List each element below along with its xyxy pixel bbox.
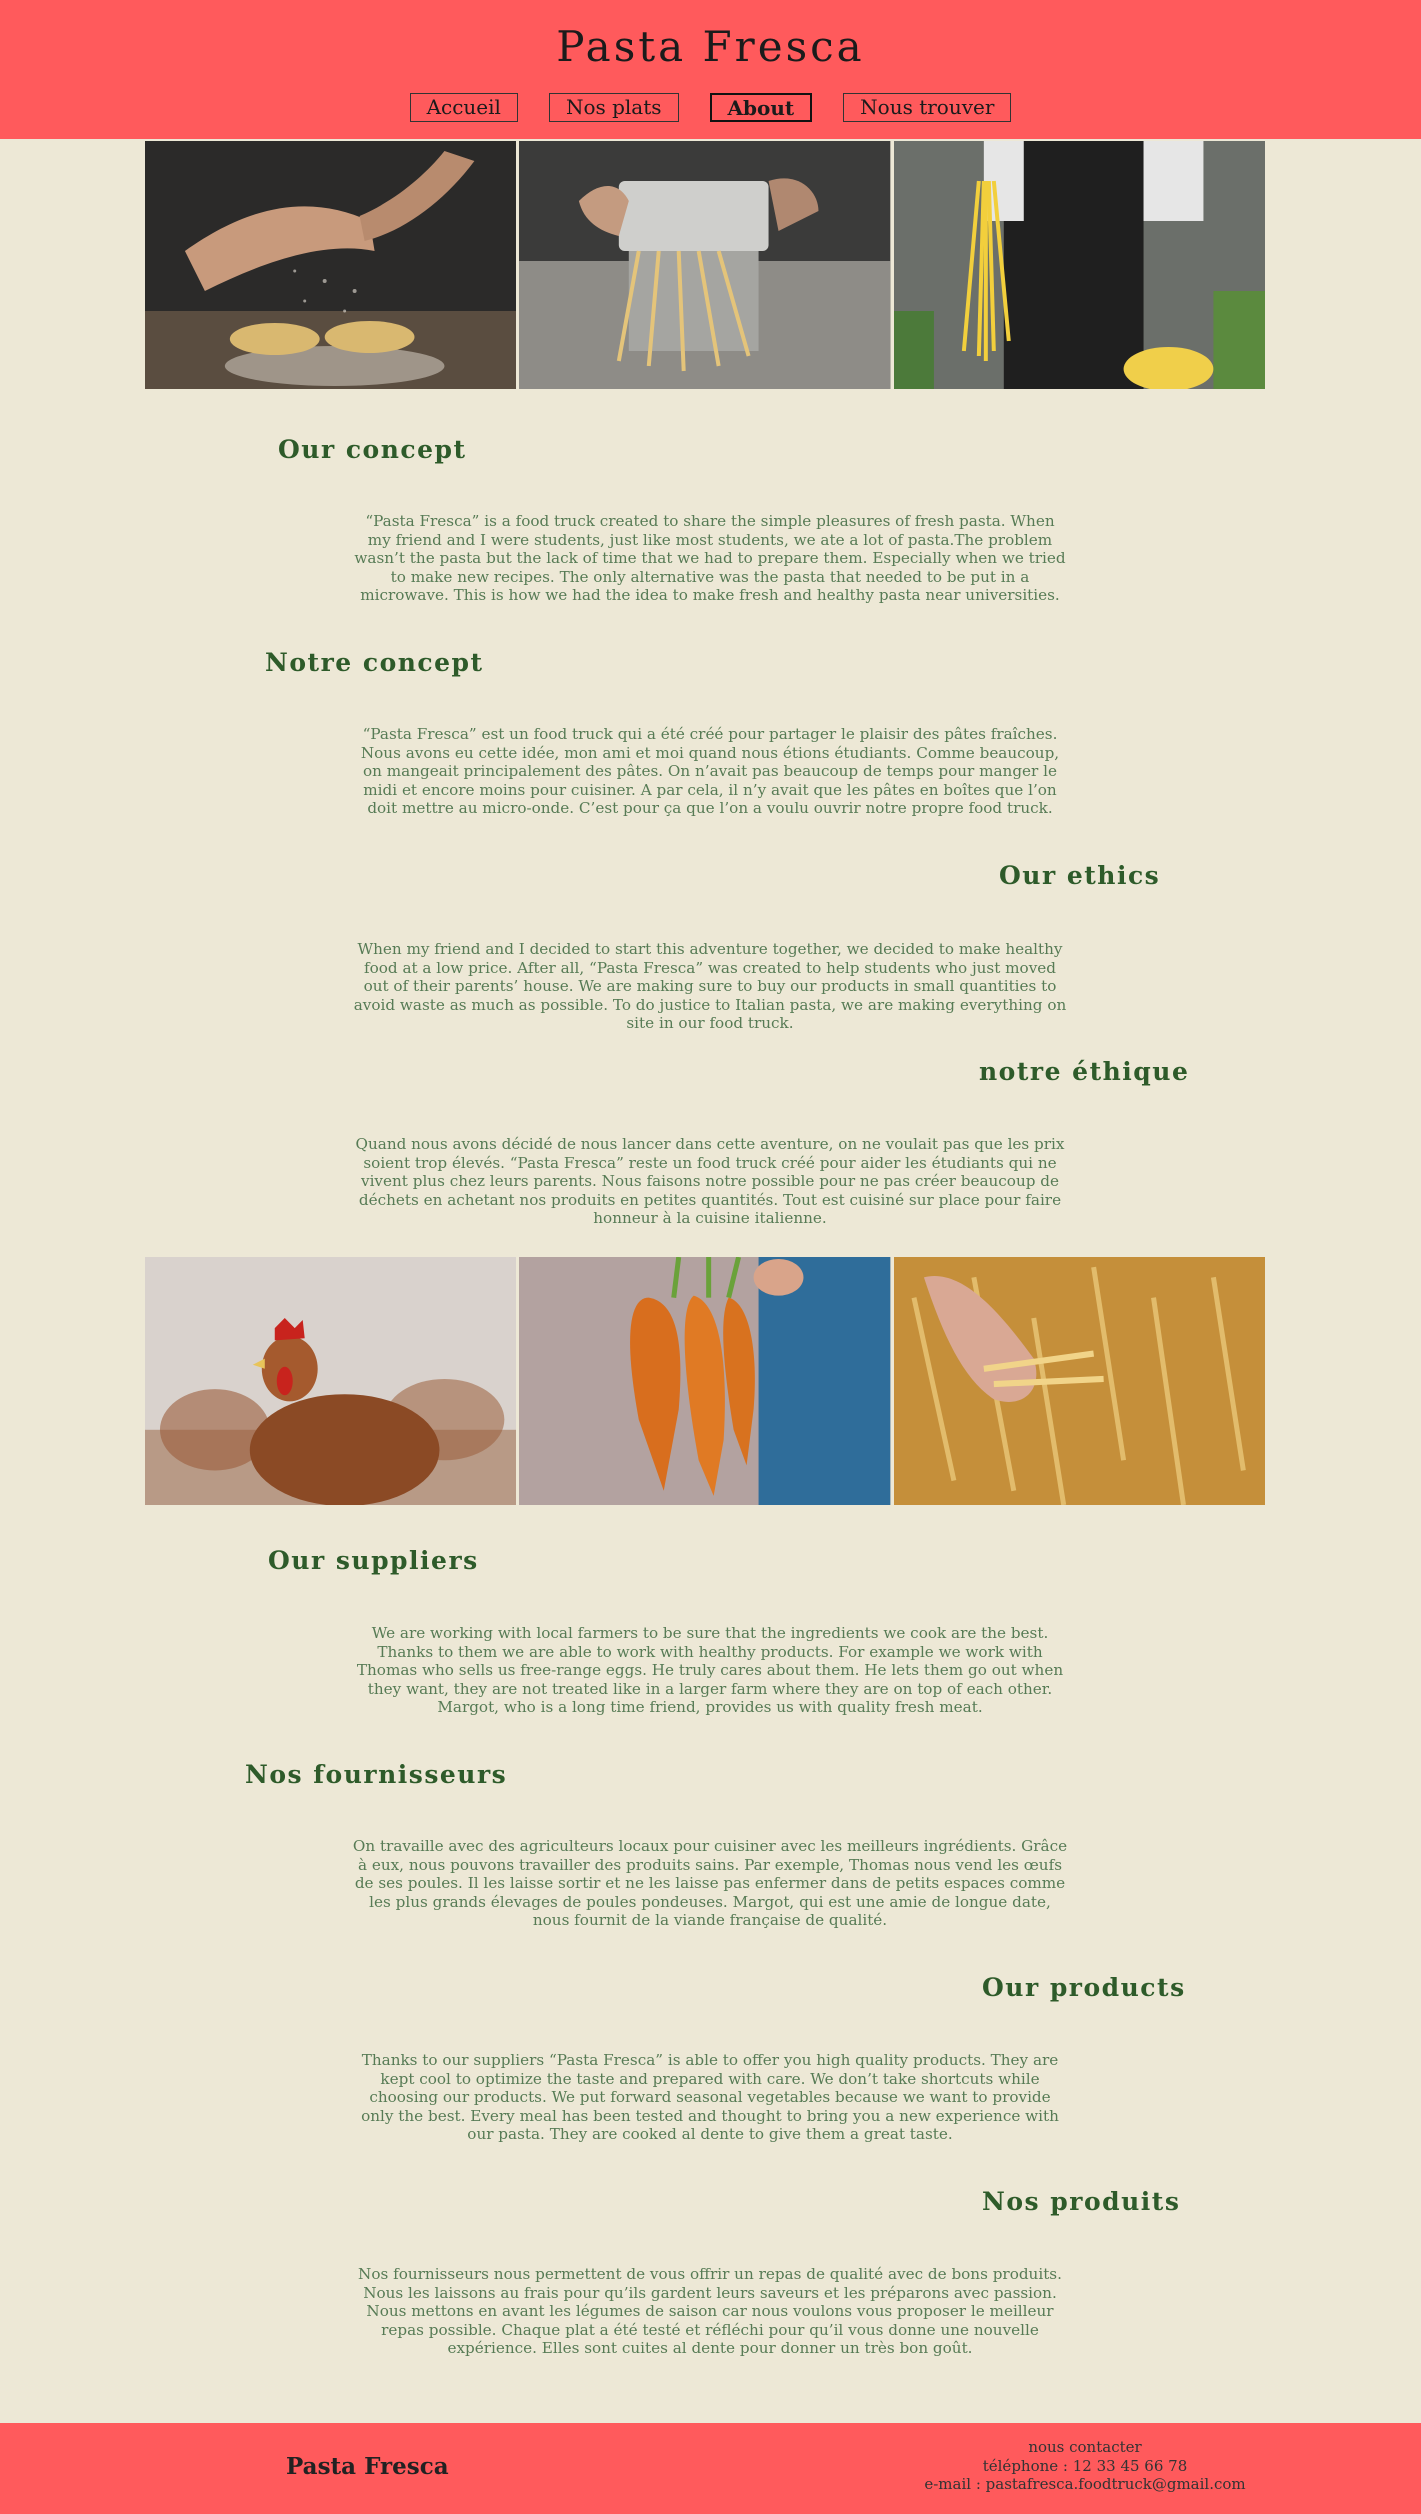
section-title-our-concept: Our concept: [278, 435, 467, 464]
nav-link-accueil[interactable]: Accueil: [409, 93, 518, 122]
section-text-our-suppliers: We are working with local farmers to be …: [356, 1624, 1064, 1716]
section-text-nos-fournisseurs: On travaille avec des agriculteurs locau…: [352, 1837, 1068, 1929]
section-text-nos-produits: Nos fournisseurs nous permettent de vous…: [358, 2265, 1062, 2357]
nav-link-about[interactable]: About: [709, 93, 813, 122]
wheat-field-photo: [893, 1257, 1265, 1505]
nav-link-nos-plats[interactable]: Nos plats: [548, 93, 679, 122]
section-title-notre-ethique: notre éthique: [979, 1057, 1190, 1086]
site-header: Pasta Fresca Accueil Nos plats About Nou…: [0, 0, 1421, 139]
section-title-nos-produits: Nos produits: [982, 2187, 1181, 2216]
chef-fresh-spaghetti-photo: [893, 141, 1265, 389]
section-title-notre-concept: Notre concept: [265, 648, 484, 677]
footer-contact-label: nous contacter: [1028, 2438, 1142, 2456]
gallery-top: [145, 141, 1265, 389]
section-text-notre-concept: “Pasta Fresca” est un food truck qui a é…: [360, 725, 1060, 817]
footer-contact: nous contacter téléphone : 12 33 45 66 7…: [900, 2438, 1270, 2494]
hen-photo: [145, 1257, 517, 1505]
section-title-nos-fournisseurs: Nos fournisseurs: [245, 1760, 508, 1789]
section-text-our-products: Thanks to our suppliers “Pasta Fresca” i…: [361, 2051, 1059, 2143]
gallery-bottom: [145, 1257, 1265, 1505]
section-title-our-suppliers: Our suppliers: [268, 1546, 479, 1575]
main-nav: Accueil Nos plats About Nous trouver: [0, 93, 1421, 122]
section-text-notre-ethique: Quand nous avons décidé de nous lancer d…: [355, 1135, 1065, 1227]
footer-email[interactable]: e-mail : pastafresca.foodtruck@gmail.com: [900, 2475, 1270, 2494]
nav-link-nous-trouver[interactable]: Nous trouver: [843, 93, 1012, 122]
footer-phone: téléphone : 12 33 45 66 78: [982, 2456, 1188, 2475]
site-footer: Pasta Fresca nous contacter téléphone : …: [0, 2423, 1421, 2514]
site-title: Pasta Fresca: [556, 22, 865, 71]
carrots-photo: [519, 1257, 891, 1505]
section-text-our-concept: “Pasta Fresca” is a food truck created t…: [354, 512, 1066, 604]
pasta-machine-photo: [519, 141, 891, 389]
hands-flour-pasta-photo: [145, 141, 517, 389]
footer-brand: Pasta Fresca: [286, 2453, 449, 2480]
section-title-our-ethics: Our ethics: [999, 861, 1161, 890]
section-title-our-products: Our products: [982, 1973, 1186, 2002]
section-text-our-ethics: When my friend and I decided to start th…: [353, 940, 1067, 1032]
